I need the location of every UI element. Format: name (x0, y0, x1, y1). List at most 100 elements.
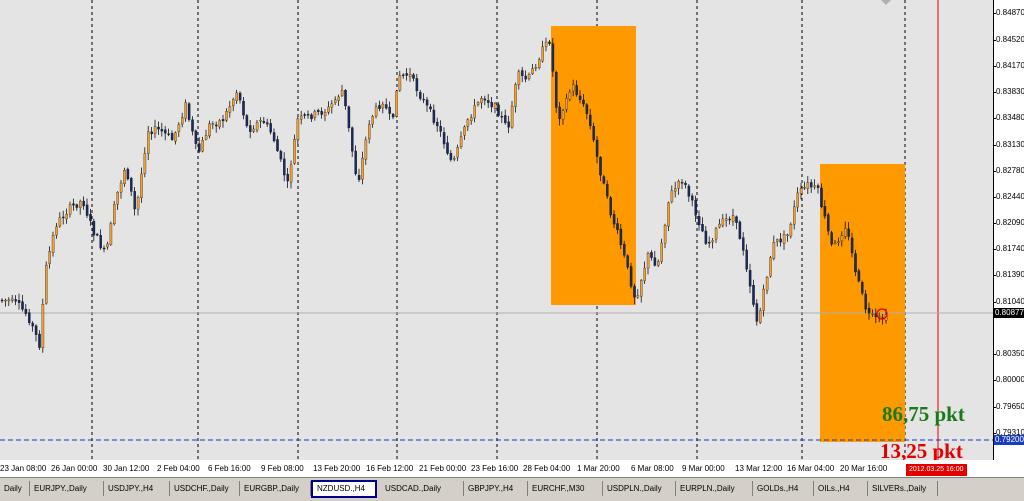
time-tick-label: 6 Mar 08:00 (631, 464, 674, 473)
pkt-green-label: 86,75 pkt (882, 402, 965, 426)
time-tick-label: 30 Jan 12:00 (103, 464, 150, 473)
candle-body (388, 106, 391, 114)
price-axis[interactable]: 0.84870 0.84520 0.84170 0.83830 0.83480 0.831… (993, 0, 1024, 460)
price-tick-label: 0.84870 (996, 8, 1024, 17)
candle-body (408, 74, 412, 78)
candle-body (55, 226, 58, 236)
candle-body (633, 286, 636, 298)
candle-body (555, 72, 558, 108)
price-tick (993, 249, 996, 250)
highlight-box (820, 164, 905, 442)
chart-area[interactable]: 86,75 pkt 13,25 pkt (0, 0, 993, 460)
candle-body (201, 140, 204, 152)
candle-body (463, 126, 466, 136)
symbol-tab[interactable]: USDCHF.,Daily (170, 481, 240, 496)
candle-body (459, 136, 463, 148)
symbol-tab[interactable]: NZDUSD.,H4 (311, 480, 377, 498)
candle-body (106, 243, 109, 248)
time-tick-label: 2 Feb 04:00 (157, 464, 200, 473)
symbol-tab[interactable]: USDPLN.,Daily (603, 481, 676, 496)
candle-body (616, 223, 619, 230)
symbol-tab[interactable]: USDCAD.,Daily (381, 481, 464, 496)
candle-body (663, 225, 667, 244)
symbol-tab[interactable]: GOLDs.,H4 (753, 481, 814, 496)
candle-body (500, 116, 504, 118)
candle-body (510, 105, 514, 128)
candle-body (765, 277, 769, 291)
symbol-tab[interactable]: Daily (0, 481, 30, 496)
candle-body (164, 129, 167, 134)
symbol-tab[interactable]: USDJPY.,H4 (104, 481, 170, 496)
price-tick (993, 66, 996, 67)
candle-body (847, 228, 850, 237)
price-tick-label: 0.82090 (996, 218, 1024, 227)
candle-body (300, 115, 303, 120)
candle-body (721, 218, 725, 226)
candle-body (150, 131, 153, 135)
price-chart[interactable] (0, 0, 993, 460)
candle-body (116, 192, 119, 205)
candle-body (538, 59, 541, 68)
symbol-tab[interactable]: EURJPY.,Daily (30, 481, 104, 496)
candle-body (871, 313, 874, 315)
candle-body (238, 92, 242, 101)
candle-body (395, 90, 398, 117)
candle-body (276, 139, 279, 152)
candle-body (96, 234, 99, 236)
price-tick (993, 40, 996, 41)
candle-body (34, 325, 38, 335)
time-tick-label: 26 Jan 00:00 (51, 464, 98, 473)
candle-body (269, 123, 272, 133)
candle-body (667, 202, 670, 227)
price-tick-label: 0.81040 (996, 297, 1024, 306)
candle-body (806, 182, 810, 189)
symbol-tab[interactable]: GBPJPY.,H4 (464, 481, 528, 496)
price-tick (993, 275, 996, 276)
candle-body (527, 74, 531, 79)
candle-body (109, 223, 113, 245)
candle-body (816, 185, 820, 188)
candle-body (255, 122, 259, 131)
candle-body (14, 299, 17, 302)
candle-body (589, 114, 592, 127)
candle-body (99, 235, 102, 249)
candle-body (194, 130, 198, 144)
time-tick-label: 21 Feb 00:00 (419, 464, 467, 473)
candle-body (402, 74, 405, 76)
candle-body (72, 203, 75, 206)
candle-body (568, 91, 572, 100)
time-tick-label: 13 Feb 20:00 (313, 464, 361, 473)
candlestick-series (0, 37, 888, 353)
symbol-tab[interactable]: EURGBP.,Daily (240, 481, 311, 496)
symbol-tab[interactable]: OILs.,H4 (814, 481, 868, 496)
candle-body (204, 135, 208, 140)
candle-body (405, 73, 408, 76)
pkt-red-label: 13,25 pkt (880, 439, 963, 460)
candle-body (65, 213, 68, 220)
price-tick-label: 0.84520 (996, 35, 1024, 44)
candle-body (41, 304, 45, 349)
time-tick-label: 16 Mar 04:00 (787, 464, 835, 473)
candle-body (504, 115, 507, 124)
symbol-tab[interactable]: SILVERs.,Daily (868, 481, 938, 496)
symbol-tab[interactable]: EURPLN.,Daily (676, 481, 753, 496)
candle-body (453, 158, 456, 160)
candle-body (368, 124, 371, 140)
candle-body (218, 120, 221, 128)
candle-body (544, 41, 548, 47)
symbol-tab[interactable]: EURCHF.,M30 (528, 481, 603, 496)
candle-body (578, 95, 582, 100)
candle-body (296, 118, 300, 140)
candle-body (262, 121, 266, 123)
candle-body (378, 105, 381, 109)
candle-body (446, 142, 449, 154)
candle-body (857, 270, 861, 282)
candle-body (191, 119, 194, 132)
candle-body (31, 322, 34, 327)
candle-body (789, 224, 793, 237)
price-tick-label: 0.81390 (996, 270, 1024, 279)
candle-body (439, 125, 442, 132)
time-axis[interactable]: 23 Jan 08:00 26 Jan 00:00 30 Jan 12:00 2 Fe… (0, 460, 1024, 477)
candle-body (748, 270, 752, 287)
price-tick (993, 171, 996, 172)
